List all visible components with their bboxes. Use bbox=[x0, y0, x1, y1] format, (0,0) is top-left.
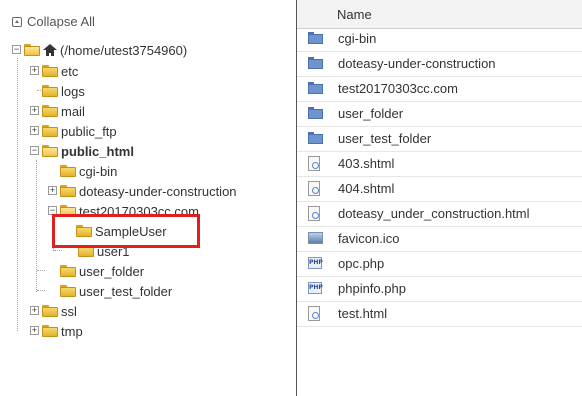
tree-item-public-html[interactable]: − public_html bbox=[30, 142, 134, 160]
html-file-icon bbox=[308, 206, 320, 221]
collapse-toggle-icon[interactable]: − bbox=[30, 146, 39, 155]
folder-icon bbox=[60, 285, 76, 297]
file-row[interactable]: test20170303cc.com bbox=[297, 76, 582, 102]
folder-open-icon bbox=[42, 145, 58, 157]
folder-icon bbox=[308, 82, 323, 94]
tree-connector bbox=[37, 270, 45, 271]
folder-icon bbox=[42, 85, 58, 97]
name-column-header[interactable]: Name bbox=[297, 0, 582, 29]
tree-item-cgi-bin[interactable]: cgi-bin bbox=[60, 162, 117, 180]
file-name: doteasy_under_construction.html bbox=[338, 206, 530, 221]
file-row[interactable]: doteasy-under-construction bbox=[297, 51, 582, 77]
expand-toggle-icon[interactable]: + bbox=[30, 306, 39, 315]
file-row[interactable]: user_folder bbox=[297, 101, 582, 127]
file-row[interactable]: user_test_folder bbox=[297, 126, 582, 152]
expand-toggle-icon[interactable]: + bbox=[48, 186, 57, 195]
file-name: favicon.ico bbox=[338, 231, 400, 246]
file-name: opc.php bbox=[338, 256, 385, 271]
tree-item-label: SampleUser bbox=[95, 223, 167, 239]
tree-item-label: cgi-bin bbox=[79, 163, 118, 179]
expand-toggle-icon[interactable]: + bbox=[30, 66, 39, 75]
expand-toggle-icon[interactable]: + bbox=[30, 106, 39, 115]
file-row[interactable]: 404.shtml bbox=[297, 176, 582, 202]
collapse-all-button[interactable]: Collapse All bbox=[12, 14, 95, 29]
file-name: 403.shtml bbox=[338, 156, 395, 171]
tree-item-label: etc bbox=[61, 63, 79, 79]
collapse-toggle-icon[interactable]: − bbox=[12, 45, 21, 54]
folder-icon bbox=[60, 265, 76, 277]
folder-icon bbox=[42, 105, 58, 117]
file-row[interactable]: PHP phpinfo.php bbox=[297, 276, 582, 302]
folder-icon bbox=[42, 65, 58, 77]
file-name: doteasy-under-construction bbox=[338, 56, 496, 71]
php-file-icon: PHP bbox=[308, 257, 323, 269]
collapse-icon bbox=[12, 16, 22, 27]
name-column-label: Name bbox=[337, 7, 372, 22]
tree-item-public-ftp[interactable]: + public_ftp bbox=[30, 122, 117, 140]
tree-item-label: user_folder bbox=[79, 263, 145, 279]
tree-item-mail[interactable]: + mail bbox=[30, 102, 85, 120]
tree-item-label: doteasy-under-construction bbox=[79, 183, 237, 199]
file-row[interactable]: PHP opc.php bbox=[297, 251, 582, 277]
tree-item-label: public_ftp bbox=[61, 123, 117, 139]
tree-item-user-folder[interactable]: user_folder bbox=[60, 262, 144, 280]
tree-item-label: mail bbox=[61, 103, 85, 119]
file-name: test20170303cc.com bbox=[338, 81, 458, 96]
collapse-all-label: Collapse All bbox=[27, 14, 95, 29]
folder-icon bbox=[308, 32, 323, 44]
tree-item-label: ssl bbox=[61, 303, 77, 319]
tree-item-user-test-folder[interactable]: user_test_folder bbox=[60, 282, 172, 300]
file-row[interactable]: 403.shtml bbox=[297, 151, 582, 177]
file-name: cgi-bin bbox=[338, 31, 377, 46]
folder-icon bbox=[60, 185, 76, 197]
tree-root-label: (/home/utest3754960) bbox=[60, 42, 188, 58]
file-name: test.html bbox=[338, 306, 388, 321]
file-name: user_folder bbox=[338, 106, 404, 121]
tree-item-logs[interactable]: logs bbox=[42, 82, 85, 100]
tree-connector bbox=[36, 160, 37, 292]
file-row[interactable]: test.html bbox=[297, 301, 582, 327]
folder-open-icon bbox=[24, 44, 40, 56]
file-name: user_test_folder bbox=[338, 131, 432, 146]
folder-icon bbox=[42, 325, 58, 337]
tree-item-label: logs bbox=[61, 83, 85, 99]
tree-connector bbox=[37, 290, 45, 291]
html-file-icon bbox=[308, 156, 320, 171]
folder-icon bbox=[76, 225, 92, 237]
directory-tree-panel: Collapse All − (/home/utest3754960) + et… bbox=[0, 0, 296, 396]
tree-connector bbox=[54, 250, 62, 251]
home-icon bbox=[43, 43, 57, 57]
image-file-icon bbox=[308, 232, 323, 244]
tree-item-ssl[interactable]: + ssl bbox=[30, 302, 77, 320]
tree-item-sampleuser[interactable]: SampleUser bbox=[76, 222, 167, 240]
tree-item-label: user_test_folder bbox=[79, 283, 173, 299]
file-name: phpinfo.php bbox=[338, 281, 406, 296]
tree-connector bbox=[17, 58, 18, 331]
expand-toggle-icon[interactable]: + bbox=[30, 326, 39, 335]
tree-item-tmp[interactable]: + tmp bbox=[30, 322, 83, 340]
folder-icon bbox=[42, 305, 58, 317]
tree-item-doteasy-under-construction[interactable]: + doteasy-under-construction bbox=[48, 182, 237, 200]
tree-item-label: tmp bbox=[61, 323, 83, 339]
file-row[interactable]: cgi-bin bbox=[297, 26, 582, 52]
folder-icon bbox=[308, 107, 323, 119]
html-file-icon bbox=[308, 306, 320, 321]
tree-root[interactable]: − (/home/utest3754960) bbox=[12, 41, 187, 59]
folder-icon bbox=[308, 132, 323, 144]
tree-item-etc[interactable]: + etc bbox=[30, 62, 78, 80]
file-row[interactable]: doteasy_under_construction.html bbox=[297, 201, 582, 227]
expand-toggle-icon[interactable]: + bbox=[30, 126, 39, 135]
php-file-icon: PHP bbox=[308, 282, 323, 294]
file-name: 404.shtml bbox=[338, 181, 395, 196]
html-file-icon bbox=[308, 181, 320, 196]
tree-item-label: public_html bbox=[61, 143, 134, 159]
file-row[interactable]: favicon.ico bbox=[297, 226, 582, 252]
file-list-panel: Name cgi-bin doteasy-under-construction te… bbox=[296, 0, 582, 396]
folder-icon bbox=[308, 57, 323, 69]
folder-icon bbox=[42, 125, 58, 137]
folder-icon bbox=[60, 165, 76, 177]
